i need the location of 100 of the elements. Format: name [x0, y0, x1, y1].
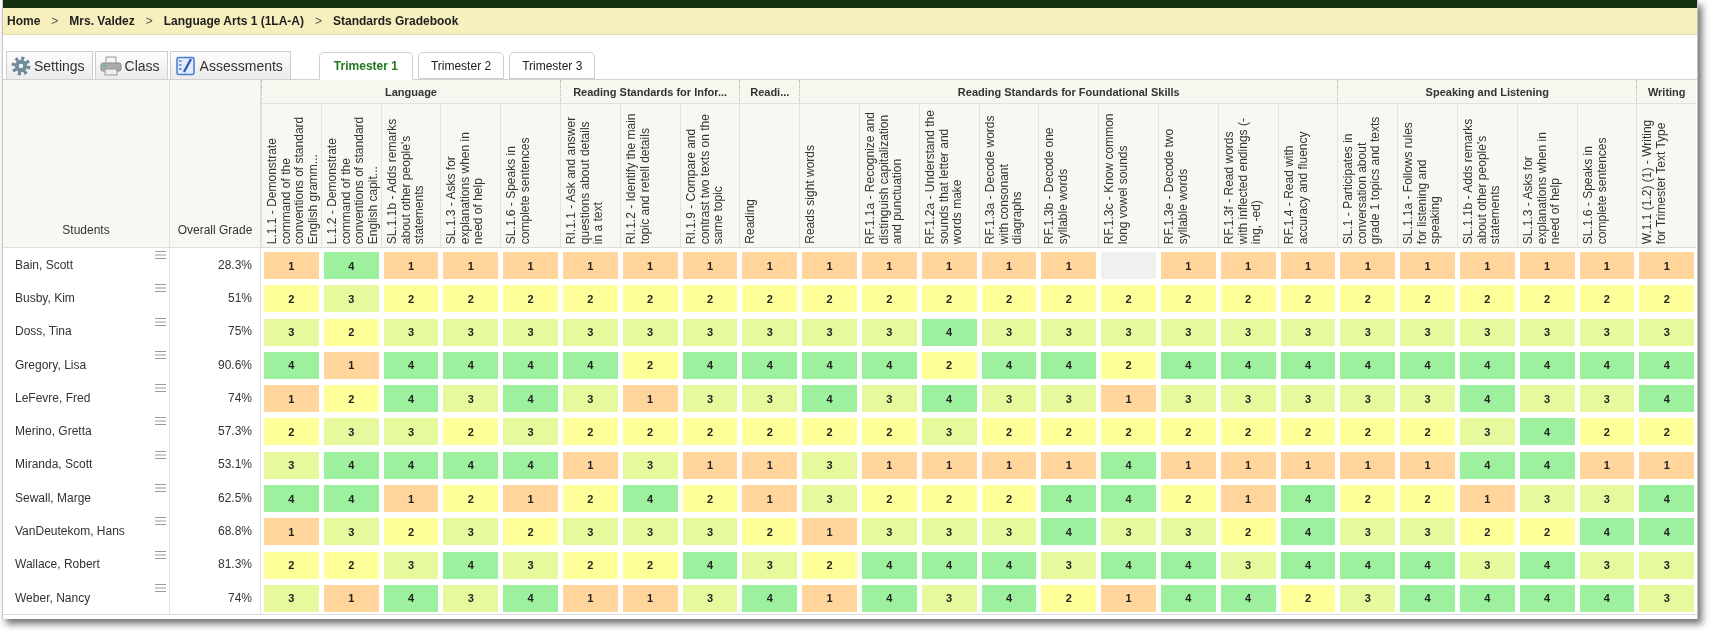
menu-icon[interactable] — [155, 251, 166, 259]
score-cell: 3 — [1519, 485, 1575, 513]
score-cell: 1 — [323, 351, 379, 379]
score-cell: 1 — [1579, 451, 1635, 479]
score-cell: 4 — [563, 351, 618, 379]
breadcrumb-link[interactable]: Home — [7, 14, 41, 28]
score-cell: 4 — [861, 551, 917, 579]
score-cell: 2 — [1220, 285, 1276, 313]
score-cell: 2 — [1280, 584, 1336, 612]
score-cell: 4 — [383, 351, 439, 379]
score-cell: 2 — [1160, 285, 1216, 313]
overall-grade: 28.3% — [217, 257, 252, 272]
score-cell: 4 — [1639, 485, 1695, 513]
score-cell: 1 — [1340, 252, 1396, 279]
score-cell: 4 — [1579, 518, 1635, 546]
score-cell: 3 — [1579, 318, 1635, 346]
score-cell: 2 — [1101, 285, 1156, 313]
score-cell: 2 — [1220, 518, 1276, 546]
trimester-tab[interactable]: Trimester 2 — [417, 52, 505, 79]
menu-icon[interactable] — [155, 317, 166, 326]
breadcrumb-current: Standards Gradebook — [333, 14, 459, 28]
score-cell: 2 — [443, 418, 499, 446]
standard-header: SL.1.1a - Follows rules for listening and speaking — [1402, 120, 1443, 244]
score-cell: 3 — [1579, 385, 1635, 413]
score-cell: 1 — [1400, 252, 1455, 279]
breadcrumb-link[interactable]: Mrs. Valdez — [69, 14, 135, 28]
score-cell: 2 — [383, 518, 439, 546]
toolbar-button[interactable]: Assessments — [169, 51, 291, 79]
score-cell: 1 — [264, 518, 319, 546]
score-cell: 2 — [1579, 418, 1635, 446]
score-cell: 3 — [742, 385, 798, 413]
score-cell: 4 — [1280, 551, 1336, 579]
score-cell: 3 — [682, 584, 738, 612]
score-cell: 2 — [921, 351, 977, 379]
score-cell: 3 — [1519, 385, 1575, 413]
score-cell: 4 — [1459, 584, 1515, 612]
score-cell: 2 — [981, 285, 1037, 313]
score-cell: 4 — [323, 485, 379, 513]
score-cell: 1 — [1519, 252, 1575, 279]
score-cell: 3 — [383, 318, 439, 346]
score-cell: 2 — [563, 418, 618, 446]
standard-header: SL.1.3 - Asks for explanations when in need of help — [1521, 130, 1563, 244]
score-cell: 3 — [742, 318, 798, 346]
score-cell: 2 — [1400, 485, 1455, 513]
score-cell: 3 — [981, 318, 1037, 346]
standard-header: L.1.2 - Demonstrate command of the conventions of standard English capit... — [325, 115, 380, 244]
notebook-icon — [174, 55, 197, 76]
score-cell: 4 — [1519, 451, 1575, 479]
score-cell: 3 — [443, 385, 499, 413]
score-cell: 2 — [682, 418, 738, 446]
score-cell: 3 — [622, 318, 678, 346]
score-cell: 2 — [323, 551, 379, 579]
menu-icon[interactable] — [155, 583, 166, 592]
trimester-tab[interactable]: Trimester 1 — [318, 52, 413, 80]
score-cell: 1 — [1101, 385, 1156, 413]
score-cell: 4 — [1101, 551, 1156, 579]
toolbar-button[interactable]: Settings — [6, 51, 93, 79]
score-cell: 4 — [383, 385, 439, 413]
menu-icon[interactable] — [155, 550, 166, 559]
score-cell: 1 — [563, 584, 618, 612]
score-cell: 2 — [682, 485, 738, 513]
score-cell: 3 — [264, 584, 319, 612]
score-cell: 4 — [323, 451, 379, 479]
score-cell: 2 — [1400, 418, 1455, 446]
menu-icon[interactable] — [155, 350, 166, 359]
score-cell: 1 — [682, 451, 738, 479]
trimester-tab[interactable]: Trimester 3 — [509, 52, 596, 79]
score-cell: 2 — [443, 485, 499, 513]
score-cell: 3 — [921, 518, 977, 546]
score-cell: 3 — [1340, 584, 1396, 612]
score-cell: 4 — [383, 584, 439, 612]
score-cell: 3 — [1220, 551, 1276, 579]
menu-icon[interactable] — [155, 384, 166, 393]
score-cell: 4 — [1459, 385, 1515, 413]
score-cell: 4 — [1101, 451, 1156, 479]
score-cell: 1 — [622, 252, 678, 279]
score-cell: 1 — [861, 451, 917, 479]
score-cell: 2 — [264, 418, 319, 446]
score-cell: 1 — [503, 485, 558, 513]
menu-icon[interactable] — [155, 417, 166, 426]
score-cell: 4 — [1340, 351, 1396, 379]
menu-icon[interactable] — [155, 484, 166, 493]
toolbar-button[interactable]: Class — [94, 51, 168, 79]
menu-icon[interactable] — [155, 284, 166, 293]
menu-icon[interactable] — [155, 517, 166, 526]
menu-icon[interactable] — [155, 450, 166, 459]
overall-grade: 57.3% — [217, 424, 252, 439]
score-cell: 4 — [1400, 351, 1455, 379]
score-cell: 3 — [802, 318, 857, 346]
standard-header: RI.1.9 - Compare and contrast two texts on the same topic — [684, 112, 726, 244]
score-cell: 3 — [1639, 551, 1695, 579]
score-cell: 2 — [742, 285, 798, 313]
score-cell: 4 — [383, 451, 439, 479]
score-cell: 4 — [682, 351, 738, 379]
breadcrumb-link[interactable]: Language Arts 1 (1LA-A) — [163, 14, 304, 28]
score-cell: 1 — [1101, 584, 1156, 612]
score-cell: 3 — [503, 318, 558, 346]
score-cell: 1 — [503, 252, 558, 279]
score-cell: 4 — [1519, 584, 1575, 612]
score-cell: 4 — [981, 551, 1037, 579]
